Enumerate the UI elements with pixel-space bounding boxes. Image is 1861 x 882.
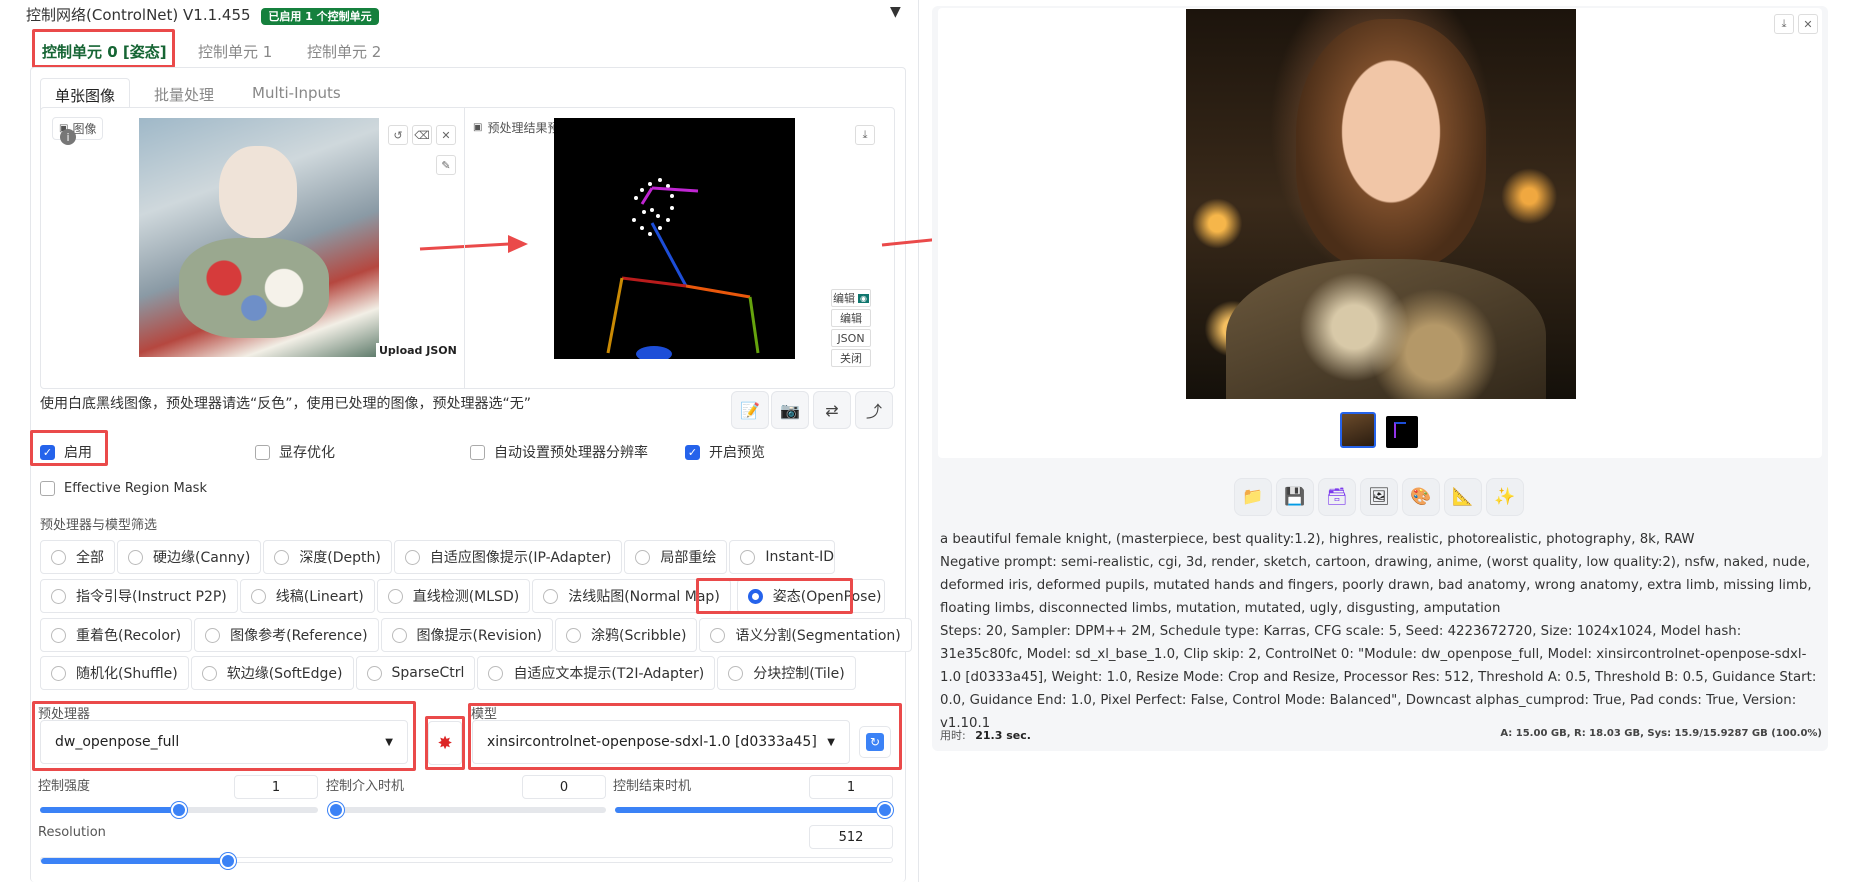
filter-label: 预处理器与模型筛选	[40, 518, 158, 533]
source-image	[139, 118, 379, 357]
generated-image[interactable]	[1186, 9, 1576, 399]
allow-preview-checkbox[interactable]: ✓ 开启预览	[685, 442, 765, 462]
triangle-down-icon[interactable]: ▼	[890, 4, 901, 20]
controlnet-header[interactable]: 控制网络(ControlNet) V1.1.455 已启用 1 个控制单元	[26, 4, 379, 25]
radio-reference[interactable]: 图像参考(Reference)	[194, 618, 379, 652]
low-vram-checkbox[interactable]: 显存优化	[255, 442, 335, 462]
save-icon[interactable]: 💾	[1276, 478, 1314, 516]
controlnet-title: 控制网络(ControlNet) V1.1.455	[26, 6, 251, 24]
prompt-text: a beautiful female knight, (masterpiece,…	[940, 532, 1695, 547]
start-slider[interactable]	[328, 802, 606, 818]
pixel-perfect-checkbox[interactable]: 自动设置预处理器分辨率	[470, 442, 648, 462]
end-label: 控制结束时机	[613, 779, 692, 794]
gallery-thumbnail[interactable]	[1386, 416, 1418, 448]
radio-t2i-adapter[interactable]: 自适应文本提示(T2I-Adapter)	[477, 656, 716, 690]
radio-canny[interactable]: 硬边缘(Canny)	[117, 540, 262, 574]
pose-preview-image	[554, 118, 795, 359]
control-type-row-3: 随机化(Shuffle) 软边缘(SoftEdge) SparseCtrl 自适…	[40, 656, 856, 690]
tab-batch[interactable]: 批量处理	[154, 84, 214, 105]
region-mask-checkbox[interactable]: Effective Region Mask	[40, 481, 207, 496]
output-toolbar: 📁 💾 🗃 🖼 🎨 📐 ✨	[1234, 478, 1524, 516]
folder-icon[interactable]: 📁	[1234, 478, 1272, 516]
generation-info: a beautiful female knight, (masterpiece,…	[940, 528, 1820, 735]
edit-button[interactable]: 编辑	[831, 309, 871, 327]
radio-lineart[interactable]: 线稿(Lineart)	[239, 579, 375, 613]
output-panel: ⤓ ✕ 📁 💾 🗃 🖼 🎨 📐 ✨ a beautiful female kni…	[932, 6, 1828, 751]
slider-handle[interactable]	[171, 802, 187, 818]
radio-inpaint[interactable]: 局部重绘	[624, 540, 728, 574]
zip-icon[interactable]: 🗃	[1318, 478, 1356, 516]
radio-sparsectrl[interactable]: SparseCtrl	[355, 656, 476, 690]
notepad-icon[interactable]: 📝	[731, 391, 769, 429]
vram-usage: A: 15.00 GB, R: 18.03 GB, Sys: 15.9/15.9…	[1500, 728, 1822, 739]
negative-prompt-text: Negative prompt: semi-realistic, cgi, 3d…	[940, 555, 1812, 616]
radio-revision[interactable]: 图像提示(Revision)	[380, 618, 553, 652]
info-icon: i	[60, 129, 76, 145]
resolution-input[interactable]: 512	[809, 825, 893, 849]
radio-shuffle[interactable]: 随机化(Shuffle)	[40, 656, 189, 690]
close-icon[interactable]: ✕	[1798, 14, 1818, 34]
sparkle-icon[interactable]: ✨	[1486, 478, 1524, 516]
slider-handle[interactable]	[328, 802, 344, 818]
gallery-thumbnail[interactable]	[1340, 412, 1376, 448]
preprocessor-preview: ▣ 预处理结果预览 ⤓ 编辑 ◉ 编辑 JSON 关闭	[464, 107, 895, 389]
weight-slider[interactable]	[40, 802, 318, 818]
edit-icon: ◉	[858, 293, 869, 303]
radio-depth[interactable]: 深度(Depth)	[263, 540, 392, 574]
radio-scribble[interactable]: 涂鸦(Scribble)	[554, 618, 698, 652]
enabled-badge: 已启用 1 个控制单元	[261, 8, 379, 25]
weight-label: 控制强度	[38, 779, 91, 794]
tab-unit-2[interactable]: 控制单元 2	[307, 41, 381, 62]
radio-tile[interactable]: 分块控制(Tile)	[717, 656, 856, 690]
radio-recolor[interactable]: 重着色(Recolor)	[40, 618, 193, 652]
radio-all[interactable]: 全部	[40, 540, 115, 574]
image-icon: ▣	[473, 122, 483, 133]
end-input[interactable]: 1	[809, 775, 893, 799]
swap-icon[interactable]: ⇄	[813, 391, 851, 429]
image-upload[interactable]: ▣ 图像 i ↺ ⌫ ✕ ✎ Upload JSON	[40, 107, 464, 389]
controlnet-panel: 控制网络(ControlNet) V1.1.455 已启用 1 个控制单元 ▼ …	[0, 0, 920, 882]
camera-icon[interactable]: 📷	[771, 391, 809, 429]
send-to-extras-icon[interactable]: 📐	[1444, 478, 1482, 516]
edit-openpose-button[interactable]: 编辑 ◉	[831, 289, 871, 307]
start-label: 控制介入时机	[326, 779, 405, 794]
close-icon[interactable]: ✕	[436, 125, 456, 145]
end-slider[interactable]	[615, 802, 893, 818]
radio-segmentation[interactable]: 语义分割(Segmentation)	[699, 618, 912, 652]
check-icon: ✓	[685, 444, 700, 460]
start-input[interactable]: 0	[522, 775, 606, 799]
radio-instruct-p2p[interactable]: 指令引导(Instruct P2P)	[40, 579, 238, 613]
tab-multi-inputs[interactable]: Multi-Inputs	[252, 84, 341, 102]
hint-text: 使用白底黑线图像，预处理器请选“反色”，使用已处理的图像，预处理器选“无”	[40, 396, 532, 412]
resolution-label: Resolution	[38, 825, 106, 840]
weight-input[interactable]: 1	[234, 775, 318, 799]
resolution-slider[interactable]	[40, 853, 893, 869]
panel-divider	[918, 0, 919, 882]
eraser-icon[interactable]: ⌫	[412, 125, 432, 145]
send-to-inpaint-icon[interactable]: 🎨	[1402, 478, 1440, 516]
undo-icon[interactable]: ↺	[388, 125, 408, 145]
tab-unit-1[interactable]: 控制单元 1	[198, 41, 272, 62]
parameters-text: Steps: 20, Sampler: DPM++ 2M, Schedule t…	[940, 624, 1817, 731]
send-to-img2img-icon[interactable]: 🖼	[1360, 478, 1398, 516]
control-type-row-2: 重着色(Recolor) 图像参考(Reference) 图像提示(Revisi…	[40, 618, 912, 652]
slider-handle[interactable]	[877, 802, 893, 818]
radio-instant-id[interactable]: Instant-ID	[729, 540, 836, 574]
radio-softedge[interactable]: 软边缘(SoftEdge)	[190, 656, 354, 690]
radio-ip-adapter[interactable]: 自适应图像提示(IP-Adapter)	[393, 540, 623, 574]
time-taken: 用时: 21.3 sec.	[940, 729, 1031, 742]
upload-json-button[interactable]: Upload JSON	[376, 343, 460, 358]
send-dimensions-icon[interactable]: ⤴	[855, 391, 893, 429]
brush-icon[interactable]: ✎	[436, 155, 456, 175]
download-icon[interactable]: ⤓	[855, 125, 875, 145]
download-icon[interactable]: ⤓	[1774, 14, 1794, 34]
radio-mlsd[interactable]: 直线检测(MLSD)	[376, 579, 531, 613]
json-button[interactable]: JSON	[831, 329, 871, 347]
control-type-row-0: 全部 硬边缘(Canny) 深度(Depth) 自适应图像提示(IP-Adapt…	[40, 540, 836, 574]
close-preview-button[interactable]: 关闭	[831, 349, 871, 367]
